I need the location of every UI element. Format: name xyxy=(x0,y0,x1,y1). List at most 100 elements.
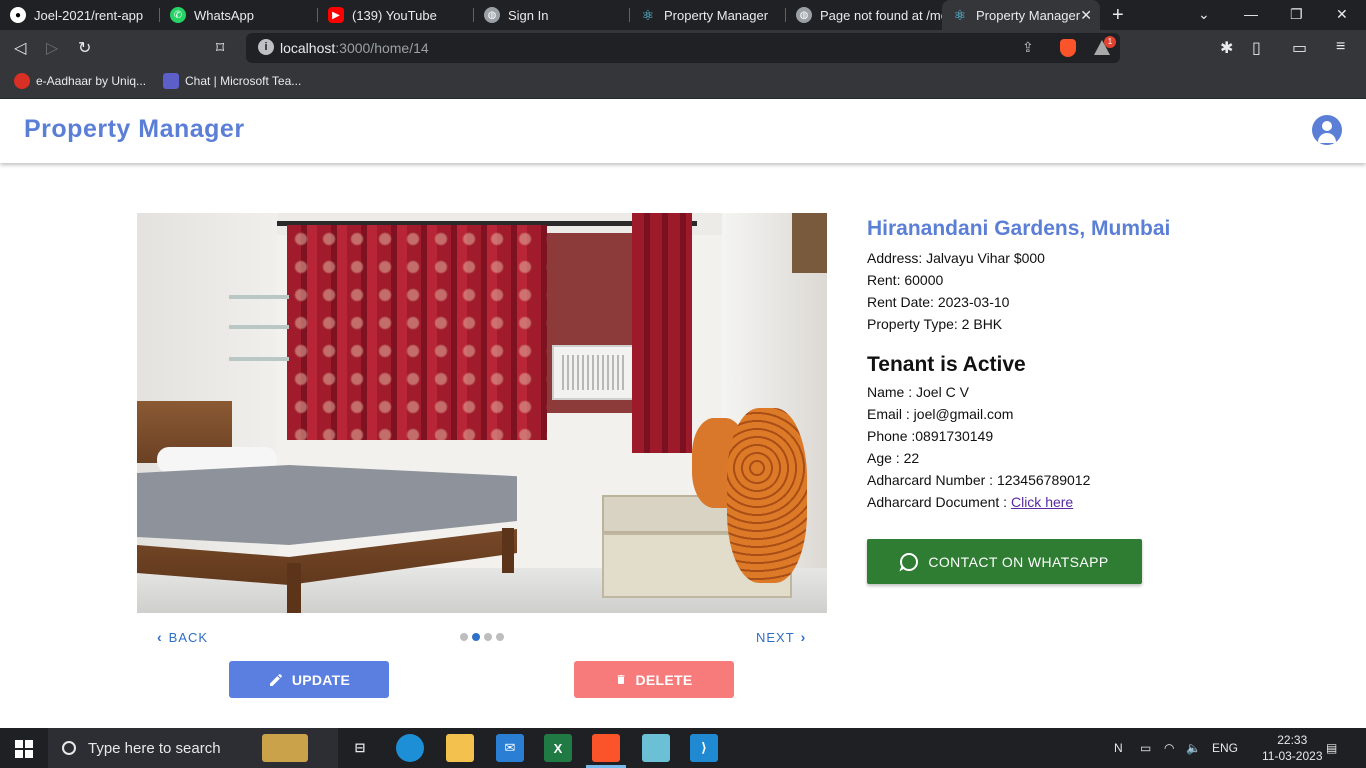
mail-icon[interactable]: ✉ xyxy=(496,734,524,762)
property-rent: Rent: 60000 xyxy=(867,272,944,288)
teams-icon xyxy=(163,73,179,89)
address-bar[interactable]: i localhost:3000/home/14 ⇪ 1 xyxy=(246,33,1120,63)
adhar-doc-link[interactable]: Click here xyxy=(1011,494,1073,510)
tab-title: (139) YouTube xyxy=(352,7,437,23)
vscode-icon[interactable]: ⟩ xyxy=(690,734,718,762)
property-details: Hiranandani Gardens, Mumbai Address: Jal… xyxy=(867,217,1287,513)
tenant-status-heading: Tenant is Active xyxy=(867,353,1026,376)
brand-title[interactable]: Property Manager xyxy=(24,115,245,144)
search-placeholder: Type here to search xyxy=(88,739,221,757)
extensions-icon[interactable]: ✱ xyxy=(1220,38,1233,58)
adhar-doc-label: Adharcard Document : xyxy=(867,494,1011,510)
notes-app-icon[interactable] xyxy=(642,734,670,762)
next-label: NEXT xyxy=(756,629,795,645)
site-info-icon[interactable]: i xyxy=(258,39,274,55)
globe-icon: ◍ xyxy=(796,7,812,23)
tab-youtube[interactable]: ▶ (139) YouTube xyxy=(318,0,474,30)
whatsapp-icon xyxy=(900,552,919,571)
carousel-dot[interactable] xyxy=(484,633,492,641)
windows-taskbar: Type here to search ⊟ ✉ X ⟩ N ▭ ◠ 🔈 ENG … xyxy=(0,728,1366,768)
whatsapp-icon: ✆ xyxy=(170,7,186,23)
delete-button[interactable]: DELETE xyxy=(574,661,734,698)
tab-title: Property Manager xyxy=(976,7,1081,23)
restore-icon[interactable]: ❐ xyxy=(1290,6,1303,23)
bookmark-icon[interactable]: ⌑ xyxy=(216,38,224,58)
bookmark-teams[interactable]: Chat | Microsoft Tea... xyxy=(163,73,301,89)
wifi-icon[interactable]: ◠ xyxy=(1164,728,1174,768)
language-indicator[interactable]: ENG xyxy=(1212,728,1238,768)
brave-icon[interactable] xyxy=(592,734,620,762)
tab-page-not-found[interactable]: ◍ Page not found at /me xyxy=(786,0,942,30)
menu-icon[interactable]: ≡ xyxy=(1336,38,1345,56)
tray-onenote-icon[interactable]: N xyxy=(1114,728,1123,768)
minimize-icon[interactable]: — xyxy=(1244,6,1258,22)
github-icon: ● xyxy=(10,7,26,23)
account-icon[interactable] xyxy=(1312,115,1342,145)
clock-time: 22:33 xyxy=(1277,733,1308,747)
tab-property-manager[interactable]: ⚛ Property Manager xyxy=(630,0,786,30)
pencil-icon xyxy=(269,673,282,686)
property-photo xyxy=(137,213,827,613)
bookmarks-bar: e-Aadhaar by Uniq... Chat | Microsoft Te… xyxy=(0,66,1366,99)
close-tab-icon[interactable]: ✕ xyxy=(1080,7,1092,24)
tab-title: Joel-2021/rent-app xyxy=(34,7,144,23)
tenant-phone: Phone :0891730149 xyxy=(867,428,994,444)
search-icon xyxy=(62,741,76,755)
share-icon[interactable]: ⇪ xyxy=(1022,39,1034,56)
react-icon: ⚛ xyxy=(641,6,655,23)
browser-toolbar: ◁ ▷ ↻ ⌑ i localhost:3000/home/14 ⇪ 1 ✱ ▯… xyxy=(0,30,1366,66)
update-button[interactable]: UPDATE xyxy=(229,661,389,698)
bookmark-label: e-Aadhaar by Uniq... xyxy=(36,74,147,88)
notifications-icon[interactable]: ▤ xyxy=(1326,728,1337,768)
windows-start-icon[interactable] xyxy=(15,740,33,758)
reload-icon[interactable]: ↻ xyxy=(78,38,91,58)
tenant-adhar-document: Adharcard Document : Click here xyxy=(867,491,1287,513)
brave-shields-icon[interactable] xyxy=(1060,39,1076,57)
excel-icon[interactable]: X xyxy=(544,734,572,762)
close-window-icon[interactable]: ✕ xyxy=(1336,6,1348,23)
tab-title: Page not found at /me xyxy=(820,7,942,23)
file-explorer-icon[interactable] xyxy=(446,734,474,762)
carousel-dot[interactable] xyxy=(460,633,468,641)
new-tab-icon[interactable]: + xyxy=(1112,4,1124,27)
wallet-icon[interactable]: ▭ xyxy=(1292,38,1307,58)
property-title: Hiranandani Gardens, Mumbai xyxy=(867,217,1171,240)
battery-icon[interactable]: ▭ xyxy=(1140,728,1151,768)
sidebar-icon[interactable]: ▯ xyxy=(1252,38,1261,58)
tab-property-manager-active[interactable]: ⚛ Property Manager ✕ xyxy=(942,0,1100,30)
carousel-back-button[interactable]: ‹ BACK xyxy=(157,629,208,645)
tab-sign-in[interactable]: ◍ Sign In xyxy=(474,0,630,30)
edge-icon[interactable] xyxy=(396,734,424,762)
url-path: :3000/home/14 xyxy=(335,40,429,56)
property-address: Address: Jalvayu Vihar $000 xyxy=(867,250,1045,266)
forward-icon[interactable]: ▷ xyxy=(46,38,58,58)
clock-date: 11-03-2023 xyxy=(1262,749,1323,763)
tenant-adhar-number: Adharcard Number : 123456789012 xyxy=(867,472,1091,488)
tenant-email: Email : joel@gmail.com xyxy=(867,406,1014,422)
aadhaar-icon xyxy=(14,73,30,89)
chevron-right-icon: › xyxy=(800,629,807,645)
carousel-dot-active[interactable] xyxy=(472,633,480,641)
carousel-dot[interactable] xyxy=(496,633,504,641)
globe-icon: ◍ xyxy=(484,7,500,23)
property-type: Property Type: 2 BHK xyxy=(867,316,1003,332)
tab-search-chevron-icon[interactable]: ⌄ xyxy=(1198,6,1210,23)
app-header: Property Manager xyxy=(0,99,1366,163)
task-view-icon[interactable]: ⊟ xyxy=(346,734,374,762)
back-icon[interactable]: ◁ xyxy=(14,38,26,58)
bookmark-label: Chat | Microsoft Tea... xyxy=(185,74,302,88)
property-rent-date: Rent Date: 2023-03-10 xyxy=(867,294,1010,310)
bookmark-aadhaar[interactable]: e-Aadhaar by Uniq... xyxy=(14,73,146,89)
react-icon: ⚛ xyxy=(953,6,967,23)
carousel-next-button[interactable]: NEXT › xyxy=(756,629,806,645)
tab-github[interactable]: ● Joel-2021/rent-app xyxy=(0,0,160,30)
url-host: localhost xyxy=(280,40,336,56)
tab-whatsapp[interactable]: ✆ WhatsApp xyxy=(160,0,318,30)
rewards-badge: 1 xyxy=(1104,36,1116,48)
contact-whatsapp-button[interactable]: CONTACT ON WHATSAPP xyxy=(867,539,1142,584)
url-text[interactable]: localhost:3000/home/14 xyxy=(280,40,429,56)
clock[interactable]: 22:33 11-03-2023 xyxy=(1262,732,1323,764)
news-widget-icon[interactable] xyxy=(262,734,308,762)
trash-icon xyxy=(617,675,625,684)
volume-icon[interactable]: 🔈 xyxy=(1186,728,1201,768)
